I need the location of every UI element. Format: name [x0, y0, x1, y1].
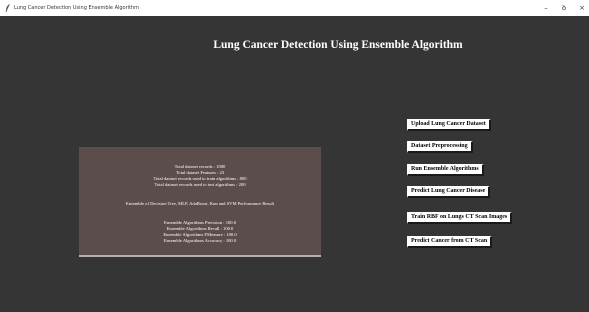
- minimize-button[interactable]: –: [539, 3, 553, 13]
- run-ensemble-button[interactable]: Run Ensemble Algorithms: [407, 164, 484, 176]
- close-button[interactable]: ×: [575, 3, 589, 13]
- upload-dataset-button[interactable]: Upload Lung Cancer Dataset: [407, 119, 491, 131]
- train-rbf-button[interactable]: Train RBF on Lungs CT Scan Images: [407, 212, 513, 224]
- result-line: Ensemble Algorithms Accuracy : 100.0: [163, 238, 237, 243]
- app-window: Lung Cancer Detection Using Ensemble Alg…: [0, 0, 589, 312]
- window-title: Lung Cancer Detection Using Ensemble Alg…: [14, 5, 140, 11]
- feather-icon: [5, 4, 10, 12]
- main-area: Lung Cancer Detection Using Ensemble Alg…: [0, 16, 589, 312]
- predict-ct-button[interactable]: Predict Cancer from CT Scan: [407, 236, 493, 248]
- page-title: Lung Cancer Detection Using Ensemble Alg…: [213, 39, 463, 51]
- result-line: Total dataset records used to test algor…: [154, 182, 246, 187]
- results-text-area[interactable]: Total dataset records : 1000 Total datas…: [79, 147, 321, 257]
- maximize-button[interactable]: ꝺ: [557, 3, 571, 13]
- title-bar: Lung Cancer Detection Using Ensemble Alg…: [0, 0, 589, 16]
- result-line: Ensemble of Decision Tree, MLP, AdaBoost…: [125, 201, 275, 206]
- predict-disease-button[interactable]: Predict Lung Cancer Disease: [407, 186, 491, 198]
- preprocess-button[interactable]: Dataset Preprocessing: [407, 141, 473, 153]
